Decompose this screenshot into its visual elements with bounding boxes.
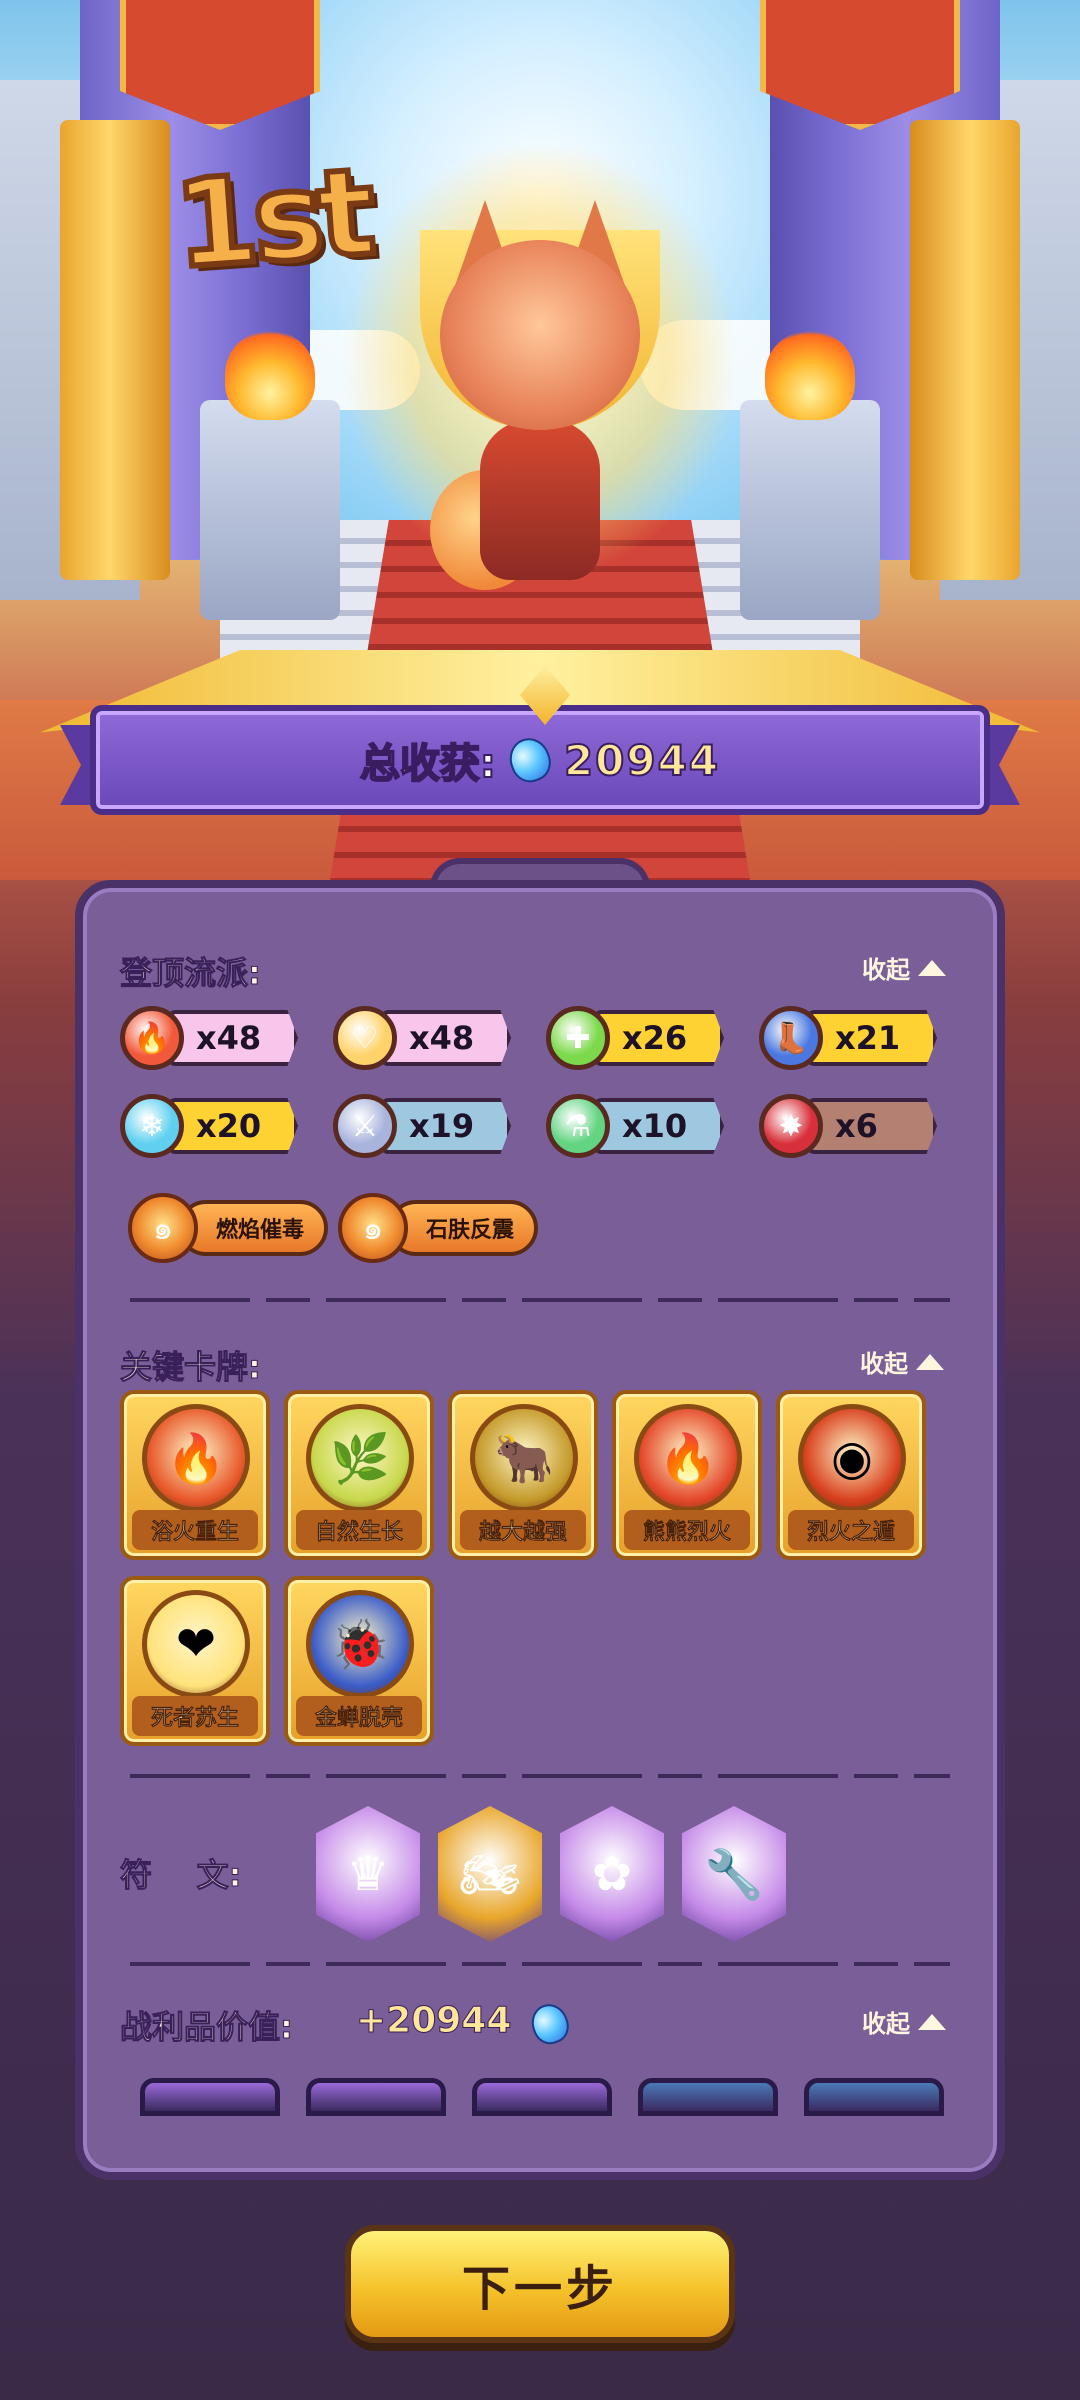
style-stat: ✸ x6	[759, 1094, 939, 1158]
cicada-icon: 🐞	[306, 1590, 414, 1698]
stat-count: x21	[805, 1010, 937, 1066]
style-stat: ♡ x48	[333, 1006, 513, 1070]
cards-collapse-button[interactable]: 收起	[860, 1344, 944, 1379]
card-name: 自然生长	[296, 1510, 422, 1550]
stat-count: x48	[166, 1010, 298, 1066]
style-stat: ❄ x20	[120, 1094, 300, 1158]
style-stat: 👢 x21	[759, 1006, 939, 1070]
loot-collapse-button[interactable]: 收起	[862, 2004, 946, 2039]
card-name: 烈火之遁	[788, 1510, 914, 1550]
divider	[130, 1298, 950, 1302]
style-stat: ⚗ x10	[546, 1094, 726, 1158]
next-step-label: 下一步	[461, 2261, 618, 2317]
loot-item[interactable]	[638, 2078, 778, 2116]
motorcycle-rune-icon[interactable]: 🏍	[438, 1806, 542, 1942]
key-card[interactable]: 🐂 越大越强	[448, 1390, 598, 1560]
card-name: 死者苏生	[132, 1696, 258, 1736]
stat-count: x20	[166, 1098, 298, 1154]
wrench-rune-icon[interactable]: 🔧	[682, 1806, 786, 1942]
key-card[interactable]: 🔥 浴火重生	[120, 1390, 270, 1560]
torch-flame-icon	[765, 330, 855, 420]
fox-character	[440, 240, 640, 430]
golden-pillar-left	[60, 120, 170, 580]
key-card[interactable]: 🐞 金蝉脱壳	[284, 1576, 434, 1746]
golden-pillar-right	[910, 120, 1020, 580]
card-name: 金蝉脱壳	[296, 1696, 422, 1736]
style-stat: ✚ x26	[546, 1006, 726, 1070]
torch-pedestal-right	[740, 400, 880, 620]
total-harvest: 总收获: 20944	[90, 715, 990, 805]
flame-icon: 🔥	[120, 1006, 184, 1070]
torch-pedestal-left	[200, 400, 340, 620]
key-card[interactable]: ❤ 死者苏生	[120, 1576, 270, 1746]
chevron-up-icon	[918, 959, 946, 976]
fire-orb-icon: ◉	[798, 1404, 906, 1512]
key-card[interactable]: 🔥 熊熊烈火	[612, 1390, 762, 1560]
loot-item[interactable]	[140, 2078, 280, 2116]
style-stat: ⚔ x19	[333, 1094, 513, 1158]
divider	[130, 1774, 950, 1778]
runes-section-title: 符 文:	[119, 1856, 242, 1895]
heart-icon: ♡	[333, 1006, 397, 1070]
loot-section-title: 战利品价值:	[120, 2008, 294, 2047]
divider	[130, 1962, 950, 1966]
plus-icon: ✚	[546, 1006, 610, 1070]
style-section-title: 登顶流派:	[120, 954, 262, 993]
loot-value: +20944	[355, 2000, 512, 2042]
rose-rune-icon[interactable]: ✿	[560, 1806, 664, 1942]
collapse-label: 收起	[862, 956, 910, 984]
rank-badge: 1st	[167, 140, 377, 298]
phoenix-flame-icon: 🔥	[142, 1404, 250, 1512]
style-collapse-button[interactable]: 收起	[862, 950, 946, 985]
total-label: 总收获:	[359, 740, 497, 788]
idol-rune-icon[interactable]: ♛	[316, 1806, 420, 1942]
loot-item[interactable]	[306, 2078, 446, 2116]
tag-label: 燃焰催毒	[178, 1200, 329, 1256]
next-step-button[interactable]: 下一步	[345, 2225, 735, 2343]
winged-heart-icon: ❤	[142, 1590, 250, 1698]
stat-count: x48	[379, 1010, 511, 1066]
torch-flame-icon	[225, 330, 315, 420]
loot-item[interactable]	[804, 2078, 944, 2116]
style-tag[interactable]: ๑ 石肤反震	[338, 1193, 539, 1263]
sword-icon: ⚔	[333, 1094, 397, 1158]
key-card[interactable]: ◉ 烈火之遁	[776, 1390, 926, 1560]
collapse-label: 收起	[860, 1350, 908, 1378]
stat-count: x10	[592, 1098, 724, 1154]
blaze-icon: 🔥	[634, 1404, 742, 1512]
boot-icon: 👢	[759, 1006, 823, 1070]
key-card[interactable]: 🌿 自然生长	[284, 1390, 434, 1560]
snowflake-icon: ❄	[120, 1094, 184, 1158]
tag-label: 石肤反震	[388, 1200, 539, 1256]
stat-count: x26	[592, 1010, 724, 1066]
potion-icon: ⚗	[546, 1094, 610, 1158]
stat-count: x6	[805, 1098, 937, 1154]
card-name: 浴火重生	[132, 1510, 258, 1550]
style-stat: 🔥 x48	[120, 1006, 300, 1070]
total-value: 20944	[563, 735, 721, 786]
chevron-up-icon	[918, 2013, 946, 2030]
blue-gem-icon	[503, 732, 557, 788]
cards-section-title: 关键卡牌:	[120, 1348, 262, 1387]
card-name: 越大越强	[460, 1510, 586, 1550]
fox-body	[480, 420, 600, 580]
bull-icon: 🐂	[470, 1404, 578, 1512]
chevron-up-icon	[916, 1353, 944, 1370]
burst-icon: ✸	[759, 1094, 823, 1158]
card-name: 熊熊烈火	[624, 1510, 750, 1550]
style-tag[interactable]: ๑ 燃焰催毒	[128, 1193, 329, 1263]
collapse-label: 收起	[862, 2010, 910, 2038]
swirl-icon: ๑	[338, 1193, 408, 1263]
stat-count: x19	[379, 1098, 511, 1154]
swirl-icon: ๑	[128, 1193, 198, 1263]
vine-icon: 🌿	[306, 1404, 414, 1512]
loot-item[interactable]	[472, 2078, 612, 2116]
